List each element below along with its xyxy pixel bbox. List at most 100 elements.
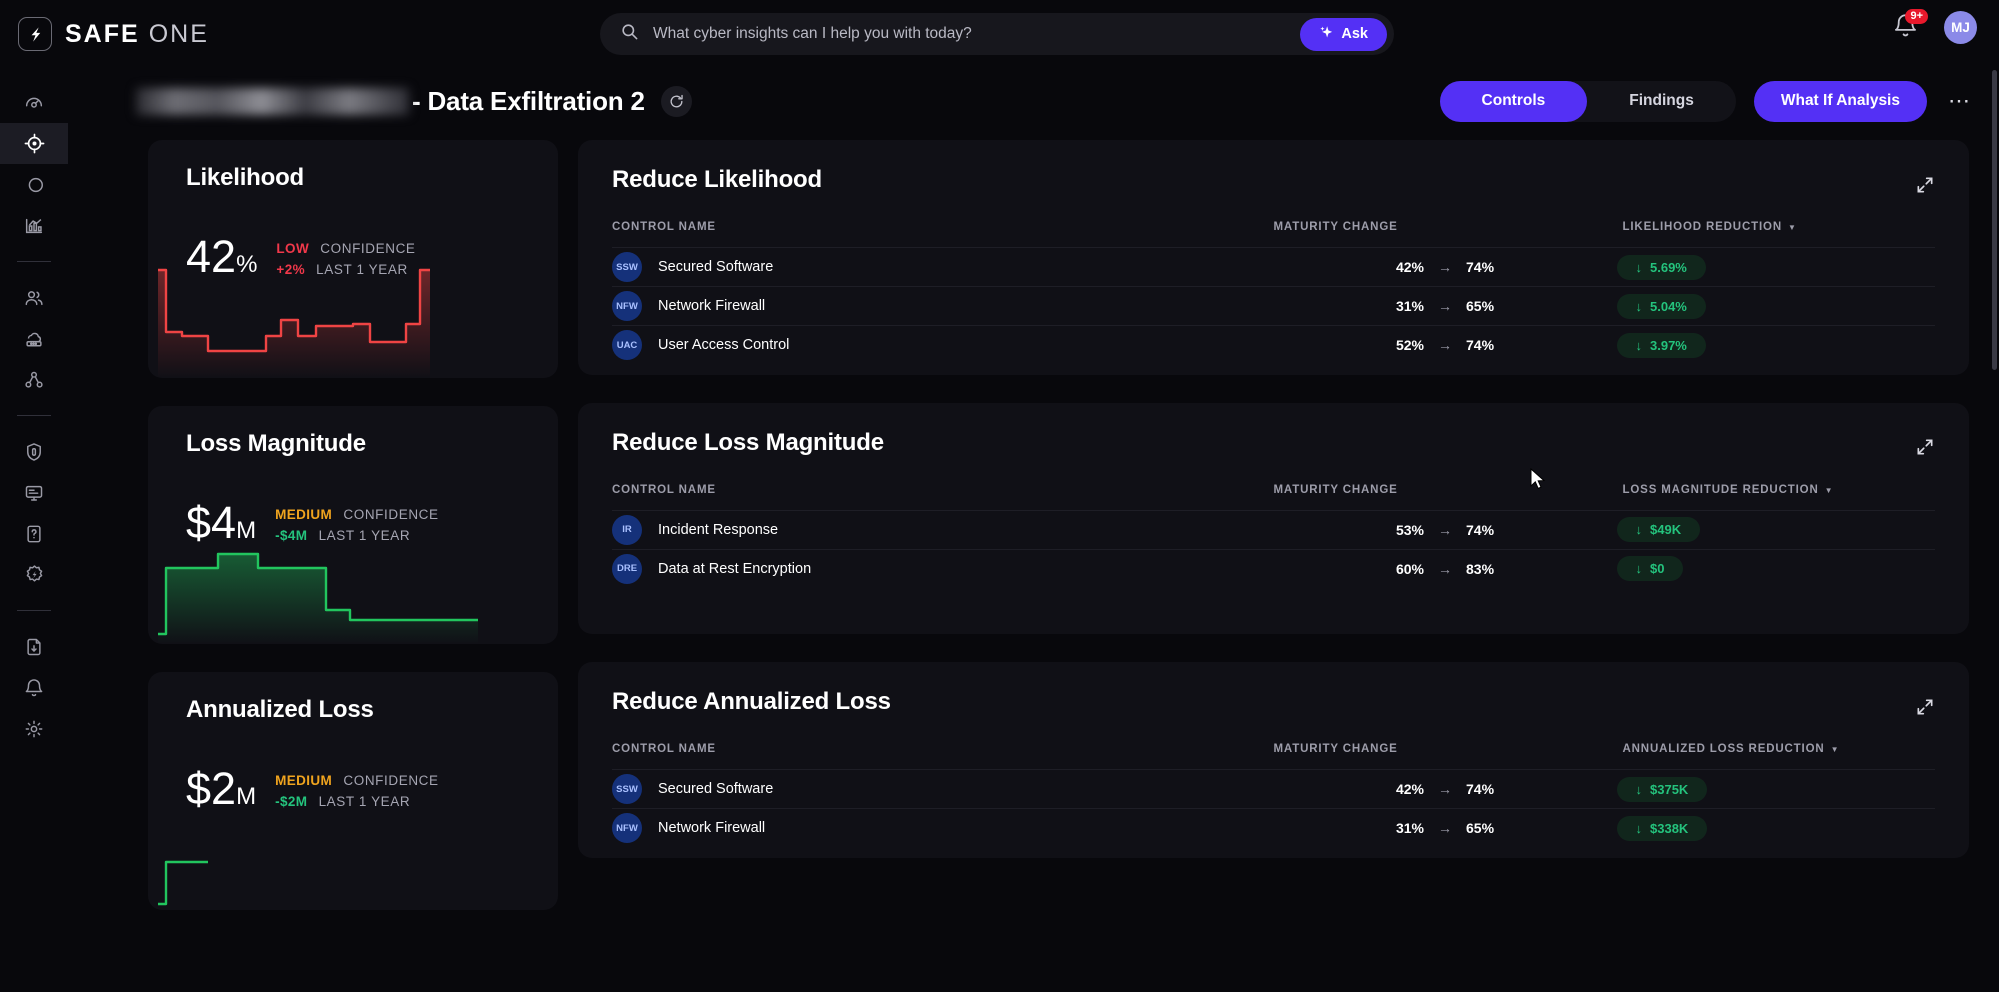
arrow-right-icon: → (1438, 337, 1452, 354)
arrow-down-icon: ↓ (1635, 561, 1643, 577)
col-reduction[interactable]: LOSS MAGNITUDE REDUCTION ▼ (1617, 484, 1936, 511)
sidebar-item-risk-scenarios[interactable] (0, 123, 68, 164)
arrow-right-icon: → (1438, 781, 1452, 797)
control-abbr-badge: DRE (612, 553, 642, 584)
col-maturity-change: MATURITY CHANGE (1273, 221, 1398, 233)
maturity-change: 31% → 65% (1273, 808, 1617, 848)
maturity-change: 42% → 74% (1273, 247, 1617, 287)
maturity-change: 53% → 74% (1273, 509, 1617, 549)
col-reduction[interactable]: ANNUALIZED LOSS REDUCTION ▼ (1617, 743, 1936, 770)
sidebar-item-dashboard[interactable] (0, 82, 68, 123)
sidebar-item-help-docs[interactable] (0, 513, 68, 554)
metric-change: -$2M (275, 793, 308, 809)
refresh-button[interactable] (660, 85, 692, 117)
control-panels: Reduce Likelihood CONTROL NAME MATURITY … (578, 140, 1969, 886)
tab-controls[interactable]: Controls (1439, 80, 1588, 122)
table-row[interactable]: DRE Data at Rest Encryption 60% → 83% ↓ $0 (612, 548, 1935, 588)
controls-table: CONTROL NAME MATURITY CHANGE LOSS MAGNIT… (612, 483, 1936, 588)
arrow-down-icon: ↓ (1635, 522, 1643, 537)
sidebar-item-security[interactable] (0, 431, 68, 472)
metric-title: Loss Magnitude (186, 430, 366, 457)
table-row[interactable]: IR Incident Response 53% → 74% ↓ $49K (612, 509, 1935, 549)
gear-icon (25, 720, 43, 737)
arrow-down-icon: ↓ (1635, 337, 1643, 353)
col-maturity-change: MATURITY CHANGE (1273, 483, 1398, 496)
sidebar-item-alerts[interactable] (0, 667, 68, 708)
logo-safe-text: SAFE (65, 19, 140, 48)
confidence-label: CONFIDENCE (320, 240, 416, 256)
tab-findings[interactable]: Findings (1587, 81, 1736, 122)
sidebar-item-integrations[interactable] (0, 554, 68, 595)
maturity-change: 31% → 65% (1273, 286, 1617, 326)
ask-button[interactable]: Ask (1300, 17, 1387, 51)
page-scrollbar[interactable] (1992, 70, 1997, 370)
table-row[interactable]: UAC User Access Control 52% → 74% ↓ 3.97% (612, 325, 1935, 365)
eclipse-icon (28, 177, 43, 192)
sidebar-item-people[interactable] (0, 277, 68, 318)
page-header: - Data Exfiltration 2 Controls Findings … (136, 78, 1973, 124)
sidebar-divider-3 (17, 610, 51, 611)
control-name: Network Firewall (658, 820, 766, 837)
col-control-name: CONTROL NAME (612, 483, 716, 496)
notification-badge: 9+ (1905, 8, 1928, 25)
table-row[interactable]: SSW Secured Software 42% → 74% ↓ $375K (612, 769, 1935, 809)
sidebar-item-assets[interactable] (0, 318, 68, 359)
metric-change-label: LAST 1 YEAR (318, 527, 411, 543)
table-row[interactable]: NFW Network Firewall 31% → 65% ↓ $338K (612, 808, 1935, 848)
table-header-row: CONTROL NAME MATURITY CHANGE LIKELIHOOD … (612, 221, 1935, 248)
arrow-down-icon: ↓ (1635, 298, 1643, 314)
table-row[interactable]: NFW Network Firewall 31% → 65% ↓ 5.04% (612, 286, 1935, 326)
arrow-right-icon: → (1438, 521, 1452, 538)
more-options-icon[interactable]: ⋯ (1945, 87, 1973, 115)
sidebar-item-monitoring[interactable] (0, 472, 68, 513)
monitor-icon (25, 485, 43, 501)
metric-card-likelihood: Likelihood 42% LOW CONFIDENCE +2% LAST 1… (148, 140, 558, 378)
control-name: Data at Rest Encryption (658, 560, 812, 577)
panel-title: Reduce Likelihood (612, 166, 822, 193)
badge-bolt-icon (26, 565, 42, 582)
avatar[interactable]: MJ (1944, 11, 1977, 44)
col-control-name: CONTROL NAME (612, 743, 716, 755)
panel-title: Reduce Loss Magnitude (612, 428, 884, 456)
app-logo[interactable]: SAFE ONE (18, 17, 209, 51)
sidebar-item-reports[interactable] (0, 626, 68, 667)
bar-chart-icon (25, 218, 43, 233)
notifications-button[interactable]: 9+ (1892, 8, 1928, 43)
arrow-down-icon: ↓ (1635, 781, 1643, 797)
control-name: Network Firewall (658, 298, 766, 314)
global-search[interactable]: Ask (600, 13, 1394, 55)
maturity-change: 42% → 74% (1273, 769, 1617, 809)
sidebar-item-topology[interactable] (0, 359, 68, 400)
panel-title: Reduce Annualized Loss (612, 688, 891, 715)
sidebar-item-coverage[interactable] (0, 164, 68, 205)
what-if-analysis-button[interactable]: What If Analysis (1753, 80, 1927, 122)
control-abbr-badge: SSW (612, 252, 642, 282)
expand-icon[interactable] (1913, 696, 1937, 720)
page-title: - Data Exfiltration 2 (412, 85, 645, 116)
col-reduction[interactable]: LIKELIHOOD REDUCTION ▼ (1617, 221, 1936, 248)
sidebar-item-analytics[interactable] (0, 205, 68, 246)
users-icon (25, 290, 43, 305)
reduction-badge: ↓ 3.97% (1616, 332, 1706, 358)
panel-reduce-annualized-loss: Reduce Annualized Loss CONTROL NAME MATU… (578, 662, 1969, 858)
target-icon (24, 133, 44, 154)
refresh-icon (670, 94, 683, 107)
arrow-down-icon: ↓ (1635, 259, 1643, 275)
expand-icon[interactable] (1913, 174, 1937, 198)
metric-value: 42% (186, 231, 258, 282)
reduction-badge: ↓ $49K (1616, 517, 1701, 542)
panel-reduce-likelihood: Reduce Likelihood CONTROL NAME MATURITY … (578, 140, 1969, 375)
confidence-level: MEDIUM (275, 506, 333, 522)
arrow-right-icon: → (1438, 560, 1452, 577)
redacted-title-prefix (136, 87, 409, 115)
sparkle-icon (1319, 25, 1334, 44)
network-nodes-icon (25, 371, 43, 388)
expand-icon[interactable] (1913, 437, 1937, 461)
table-row[interactable]: SSW Secured Software 42% → 74% ↓ 5.69% (612, 247, 1935, 287)
metric-cards-column: Likelihood 42% LOW CONFIDENCE +2% LAST 1… (148, 140, 558, 938)
sort-descending-caret: ▼ (1830, 745, 1840, 754)
sidebar-item-settings[interactable] (0, 708, 68, 749)
metric-title: Likelihood (186, 164, 305, 191)
search-input[interactable] (653, 25, 1301, 43)
control-abbr-badge: NFW (612, 813, 642, 844)
